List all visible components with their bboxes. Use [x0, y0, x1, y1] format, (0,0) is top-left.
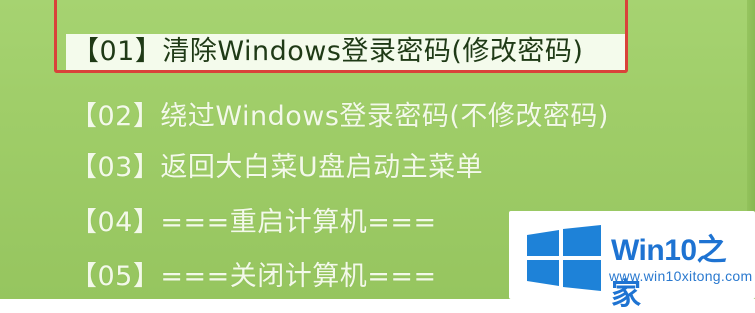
site-watermark: Win10之家 www.win10xitong.com [509, 211, 755, 311]
menu-item-03-return-main-menu[interactable]: 【03】返回大白菜U盘启动主菜单 [70, 145, 483, 184]
menu-item-02-bypass-password[interactable]: 【02】绕过Windows登录密码(不修改密码) [70, 94, 609, 133]
menu-item-04-restart[interactable]: 【04】===重启计算机=== [70, 200, 437, 239]
watermark-url: www.win10xitong.com [609, 268, 753, 284]
watermark-title-win: Win10 [611, 234, 697, 267]
highlight-box [54, 0, 628, 73]
windows-logo-icon [527, 225, 601, 291]
boot-menu-screen: 【01】清除Windows登录密码(修改密码) 【02】绕过Windows登录密… [0, 0, 755, 311]
menu-item-05-shutdown[interactable]: 【05】===关闭计算机=== [70, 254, 437, 293]
